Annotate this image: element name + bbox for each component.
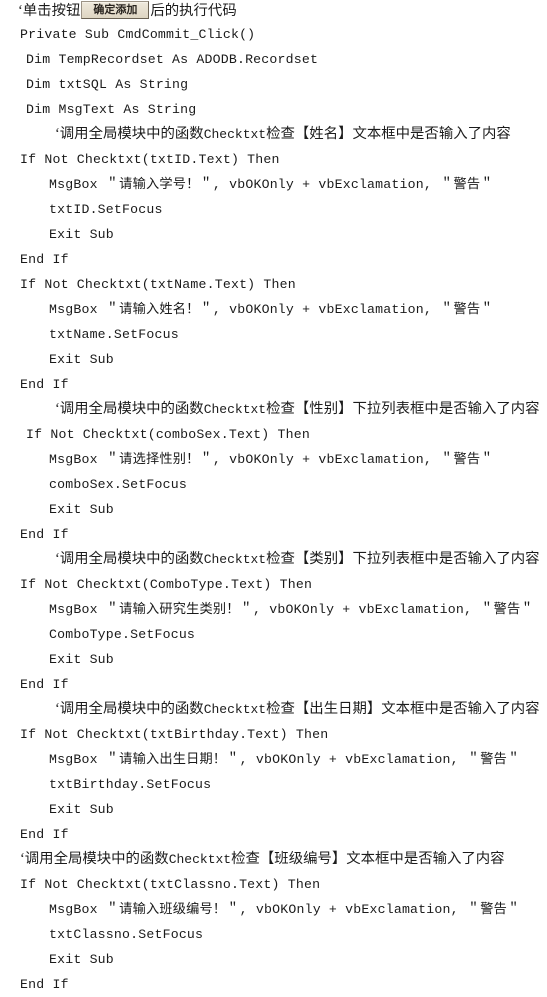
code-line: MsgBox ＂请输入学号！＂, vbOKOnly + vbExclamatio… bbox=[49, 177, 494, 192]
code-comment-line: ‘调用全局模块中的函数Checktxt检查【性别】下拉列表框中是否输入了内容 bbox=[55, 401, 540, 417]
code-comment-line: ‘调用全局模块中的函数Checktxt检查【类别】下拉列表框中是否输入了内容 bbox=[55, 551, 540, 567]
code-comment-line: ‘调用全局模块中的函数Checktxt检查【姓名】文本框中是否输入了内容 bbox=[55, 126, 511, 142]
code-line: End If bbox=[20, 827, 69, 842]
code-line: If Not Checktxt(comboSex.Text) Then bbox=[26, 427, 310, 442]
code-line: End If bbox=[20, 527, 69, 542]
code-line: MsgBox ＂请输入研究生类别！＂, vbOKOnly + vbExclama… bbox=[49, 602, 534, 617]
code-line: comboSex.SetFocus bbox=[49, 477, 187, 492]
code-listing-page: ‘单击按钮 确定添加 后的执行代码 Private Sub CmdCommit_Cl… bbox=[0, 0, 547, 997]
inline-identifier: Checktxt bbox=[203, 127, 267, 142]
code-line: MsgBox ＂请输入班级编号！＂, vbOKOnly + vbExclamat… bbox=[49, 902, 521, 917]
inline-identifier: Checktxt bbox=[203, 552, 267, 567]
code-line: Dim txtSQL As String bbox=[26, 77, 189, 92]
code-line: txtID.SetFocus bbox=[49, 202, 163, 217]
code-line: End If bbox=[20, 977, 69, 992]
code-line: Private Sub CmdCommit_Click() bbox=[20, 27, 256, 42]
code-line: txtBirthday.SetFocus bbox=[49, 777, 212, 792]
code-line: MsgBox ＂请输入姓名！＂, vbOKOnly + vbExclamatio… bbox=[49, 302, 494, 317]
code-line: If Not Checktxt(txtClassno.Text) Then bbox=[20, 877, 321, 892]
code-line: txtClassno.SetFocus bbox=[49, 927, 204, 942]
code-line: Dim MsgText As String bbox=[26, 102, 197, 117]
code-line: If Not Checktxt(ComboType.Text) Then bbox=[20, 577, 313, 592]
code-comment-line: ‘调用全局模块中的函数Checktxt检查【班级编号】文本框中是否输入了内容 bbox=[20, 851, 505, 867]
code-line: End If bbox=[20, 677, 69, 692]
code-line: Exit Sub bbox=[49, 802, 114, 817]
code-line: MsgBox ＂请选择性别！＂, vbOKOnly + vbExclamatio… bbox=[49, 452, 494, 467]
confirm-add-button[interactable]: 确定添加 bbox=[81, 1, 150, 19]
header-comment-suffix: 后的执行代码 bbox=[150, 3, 237, 19]
code-line: Exit Sub bbox=[49, 652, 114, 667]
inline-identifier: Checktxt bbox=[203, 402, 267, 417]
code-comment-line: ‘调用全局模块中的函数Checktxt检查【出生日期】文本框中是否输入了内容 bbox=[55, 701, 540, 717]
code-line: If Not Checktxt(txtID.Text) Then bbox=[20, 152, 280, 167]
code-line: txtName.SetFocus bbox=[49, 327, 179, 342]
inline-identifier: Checktxt bbox=[168, 852, 232, 867]
code-line: End If bbox=[20, 377, 69, 392]
code-line: End If bbox=[20, 252, 69, 267]
header-comment-line: ‘单击按钮 确定添加 后的执行代码 bbox=[0, 0, 547, 22]
code-body: Private Sub CmdCommit_Click() Dim TempRec… bbox=[0, 22, 547, 997]
code-line: Exit Sub bbox=[49, 352, 114, 367]
code-line: MsgBox ＂请输入出生日期！＂, vbOKOnly + vbExclamat… bbox=[49, 752, 521, 767]
inline-identifier: Checktxt bbox=[203, 702, 267, 717]
code-line: Exit Sub bbox=[49, 227, 114, 242]
code-line: If Not Checktxt(txtBirthday.Text) Then bbox=[20, 727, 329, 742]
header-comment-prefix: ‘单击按钮 bbox=[18, 3, 81, 19]
code-line: Exit Sub bbox=[49, 502, 114, 517]
code-line: Exit Sub bbox=[49, 952, 114, 967]
code-line: Dim TempRecordset As ADODB.Recordset bbox=[26, 52, 319, 67]
code-line: ComboType.SetFocus bbox=[49, 627, 196, 642]
code-line: If Not Checktxt(txtName.Text) Then bbox=[20, 277, 296, 292]
